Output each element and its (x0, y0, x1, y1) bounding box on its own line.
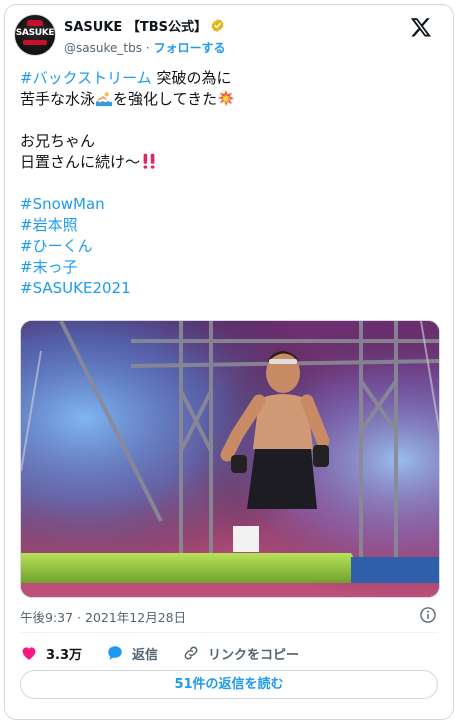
hashtag-line: #末っ子 (20, 257, 440, 278)
account-names: SASUKE 【TBS公式】 @sasuke_tbs · フォローする (64, 16, 225, 56)
tweet-text-segment: お兄ちゃん (20, 132, 96, 150)
follow-button[interactable]: フォローする (153, 41, 225, 55)
separator: · (145, 41, 150, 55)
hashtag-link[interactable]: #ひーくん (20, 237, 93, 255)
avatar-logo-text: SASUKE (15, 28, 55, 38)
hashtag-line: #SASUKE2021 (20, 278, 440, 299)
hashtag-line: #岩本照 (20, 215, 440, 236)
swimmer-emoji-icon (95, 89, 114, 107)
like-button[interactable]: 3.3万 (20, 644, 82, 663)
tweet-header: SASUKE SASUKE 【TBS公式】 @sasuke_tbs · フォロー… (14, 12, 434, 60)
handle-row: @sasuke_tbs · フォローする (64, 39, 225, 56)
hashtag-link[interactable]: #バックストリーム (20, 69, 152, 87)
verified-badge-icon (211, 18, 224, 33)
hashtag-link[interactable]: #SnowMan (20, 195, 105, 213)
tweet-line-1: #バックストリーム 突破の為に (20, 68, 440, 89)
tweet-photo[interactable] (20, 320, 440, 598)
hashtag-link[interactable]: #岩本照 (20, 216, 78, 234)
hashtag-link[interactable]: #SASUKE2021 (20, 279, 131, 297)
photo-illustration (21, 321, 439, 597)
timestamp[interactable]: 午後9:37 · 2021年12月28日 (20, 607, 186, 626)
tweet-text: #バックストリーム 突破の為に 苦手な水泳 を強化してきた お兄ちゃん 日置さん… (20, 68, 440, 299)
tweet-text-segment: 苦手な水泳 (20, 90, 96, 108)
tweet-line-2: 苦手な水泳 を強化してきた (20, 89, 440, 110)
reply-button[interactable]: 返信 (106, 644, 158, 663)
action-bar: 3.3万 返信 リンクをコピー (20, 642, 323, 664)
avatar-logo-bar (23, 40, 47, 45)
reply-bubble-icon (108, 646, 122, 660)
collision-emoji-icon (218, 89, 235, 107)
read-replies-button[interactable]: 51件の返信を読む (20, 670, 438, 699)
x-logo-icon[interactable] (410, 16, 432, 38)
avatar-logo-shape (27, 20, 43, 26)
divider (20, 632, 438, 633)
tweet-line-4: お兄ちゃん (20, 131, 440, 152)
tweet-line-5: 日置さんに続け〜 (20, 152, 440, 173)
copy-link-label: リンクをコピー (208, 647, 300, 663)
link-icon (184, 646, 198, 660)
tweet-text-segment: 日置さんに続け〜 (20, 153, 141, 171)
reply-label: 返信 (132, 647, 159, 663)
like-count: 3.3万 (46, 647, 83, 663)
hashtag-line: #SnowMan (20, 194, 440, 215)
hashtag-link[interactable]: #末っ子 (20, 258, 78, 276)
handle[interactable]: @sasuke_tbs (64, 41, 142, 55)
display-name[interactable]: SASUKE 【TBS公式】 (64, 16, 207, 35)
tweet-text-segment: を強化してきた (113, 90, 218, 108)
info-icon[interactable] (419, 606, 437, 624)
avatar[interactable]: SASUKE (14, 14, 56, 56)
display-name-row[interactable]: SASUKE 【TBS公式】 (64, 16, 225, 35)
copy-link-button[interactable]: リンクをコピー (182, 644, 299, 663)
heart-icon (22, 647, 36, 660)
tweet-text-segment: 突破の為に (151, 69, 232, 87)
double-exclamation-emoji-icon (143, 153, 155, 169)
hashtag-line: #ひーくん (20, 236, 440, 257)
